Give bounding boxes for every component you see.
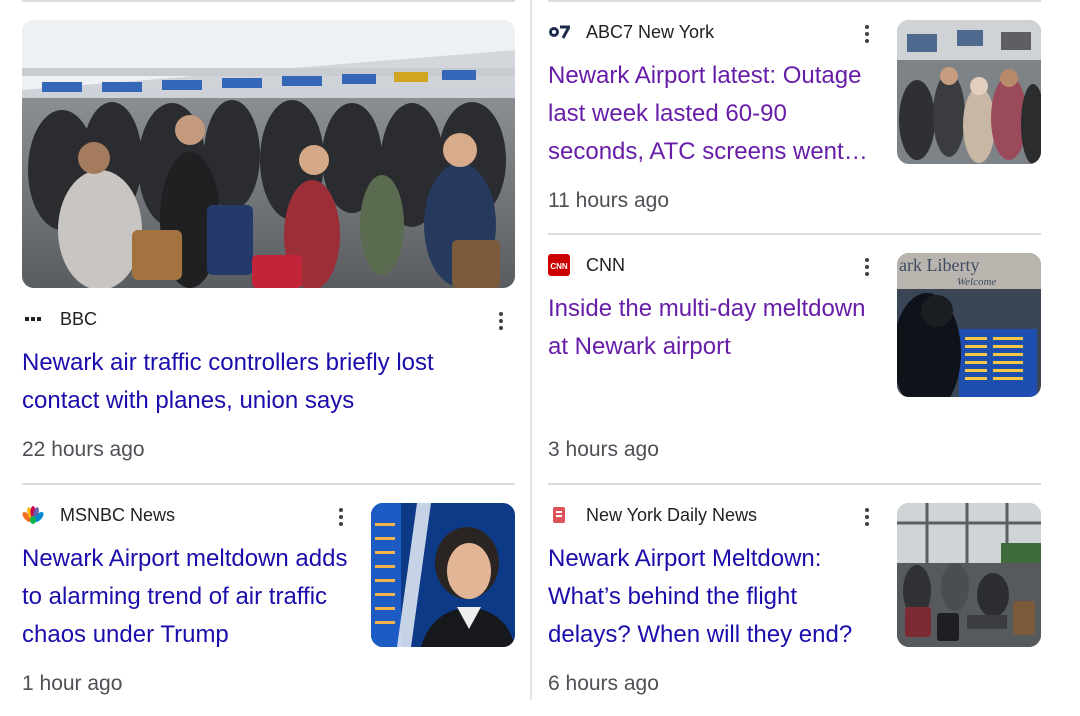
card-divider	[548, 483, 1041, 485]
article-source[interactable]: New York Daily News	[548, 504, 757, 526]
article-timestamp: 11 hours ago	[548, 189, 670, 212]
article-timestamp: 3 hours ago	[548, 438, 659, 461]
article-thumbnail-terminal-queue[interactable]	[897, 20, 1041, 164]
msnbc-peacock-icon	[22, 504, 44, 526]
more-options-icon[interactable]	[331, 504, 351, 530]
bbc-logo-icon	[22, 308, 44, 330]
news-card-nydn[interactable]: New York Daily News Newark Airport Meltd…	[532, 486, 1080, 716]
article-source[interactable]: BBC	[22, 308, 97, 330]
article-source[interactable]: ABC7 New York	[548, 21, 714, 43]
article-timestamp: 1 hour ago	[22, 672, 123, 695]
article-thumbnail-departures-board[interactable]: ark Liberty Welcome	[897, 253, 1041, 397]
article-thumbnail-airport-crowd[interactable]	[22, 20, 515, 288]
card-divider	[548, 233, 1041, 235]
terminal-queue-photo-image	[897, 20, 1041, 164]
waiting-passengers-photo-image	[897, 503, 1041, 647]
article-thumbnail-anchor-portrait[interactable]	[371, 503, 515, 647]
more-options-icon[interactable]	[857, 504, 877, 530]
sign-text: ark Liberty	[899, 255, 979, 275]
departures-board-photo-image: ark Liberty Welcome	[897, 253, 1041, 397]
sign-subtext: Welcome	[957, 276, 996, 288]
anchor-portrait-photo-image	[371, 503, 515, 647]
more-options-icon[interactable]	[857, 21, 877, 47]
article-source[interactable]: CNN CNN	[548, 254, 625, 276]
article-timestamp: 6 hours ago	[548, 672, 659, 695]
source-name: BBC	[60, 308, 98, 329]
source-name: CNN	[586, 254, 625, 275]
article-timestamp: 22 hours ago	[22, 438, 145, 461]
crowd-photo-image	[22, 20, 515, 288]
article-source[interactable]: MSNBC News	[22, 504, 175, 526]
news-card-bbc[interactable]: BBC Newark air traffic controllers brief…	[0, 0, 530, 485]
more-options-icon[interactable]	[491, 308, 511, 334]
article-thumbnail-waiting-passengers[interactable]	[897, 503, 1041, 647]
article-headline[interactable]: Newark air traffic controllers briefly l…	[22, 344, 492, 420]
card-divider	[22, 483, 515, 485]
cnn-logo-text: CNN	[550, 262, 568, 271]
news-card-cnn[interactable]: CNN CNN Inside the multi-day meltdown at…	[532, 236, 1080, 485]
news-card-abc7[interactable]: ABC7 New York Newark Airport latest: Out…	[532, 0, 1080, 235]
more-options-icon[interactable]	[857, 254, 877, 280]
article-headline[interactable]: Inside the multi-day meltdown at Newark …	[548, 290, 888, 366]
article-headline[interactable]: Newark Airport meltdown adds to alarming…	[22, 540, 352, 654]
article-headline[interactable]: Newark Airport latest: Outage last week …	[548, 57, 883, 171]
source-name: MSNBC News	[60, 504, 176, 525]
article-headline[interactable]: Newark Airport Meltdown: What’s behind t…	[548, 540, 878, 654]
news-card-msnbc[interactable]: MSNBC News Newark Airport meltdown adds …	[0, 486, 530, 716]
cnn-logo-icon: CNN	[548, 254, 570, 276]
source-name: New York Daily News	[586, 504, 758, 525]
source-name: ABC7 New York	[586, 21, 715, 42]
nydn-logo-icon	[548, 504, 570, 526]
abc7-logo-icon	[548, 21, 572, 43]
